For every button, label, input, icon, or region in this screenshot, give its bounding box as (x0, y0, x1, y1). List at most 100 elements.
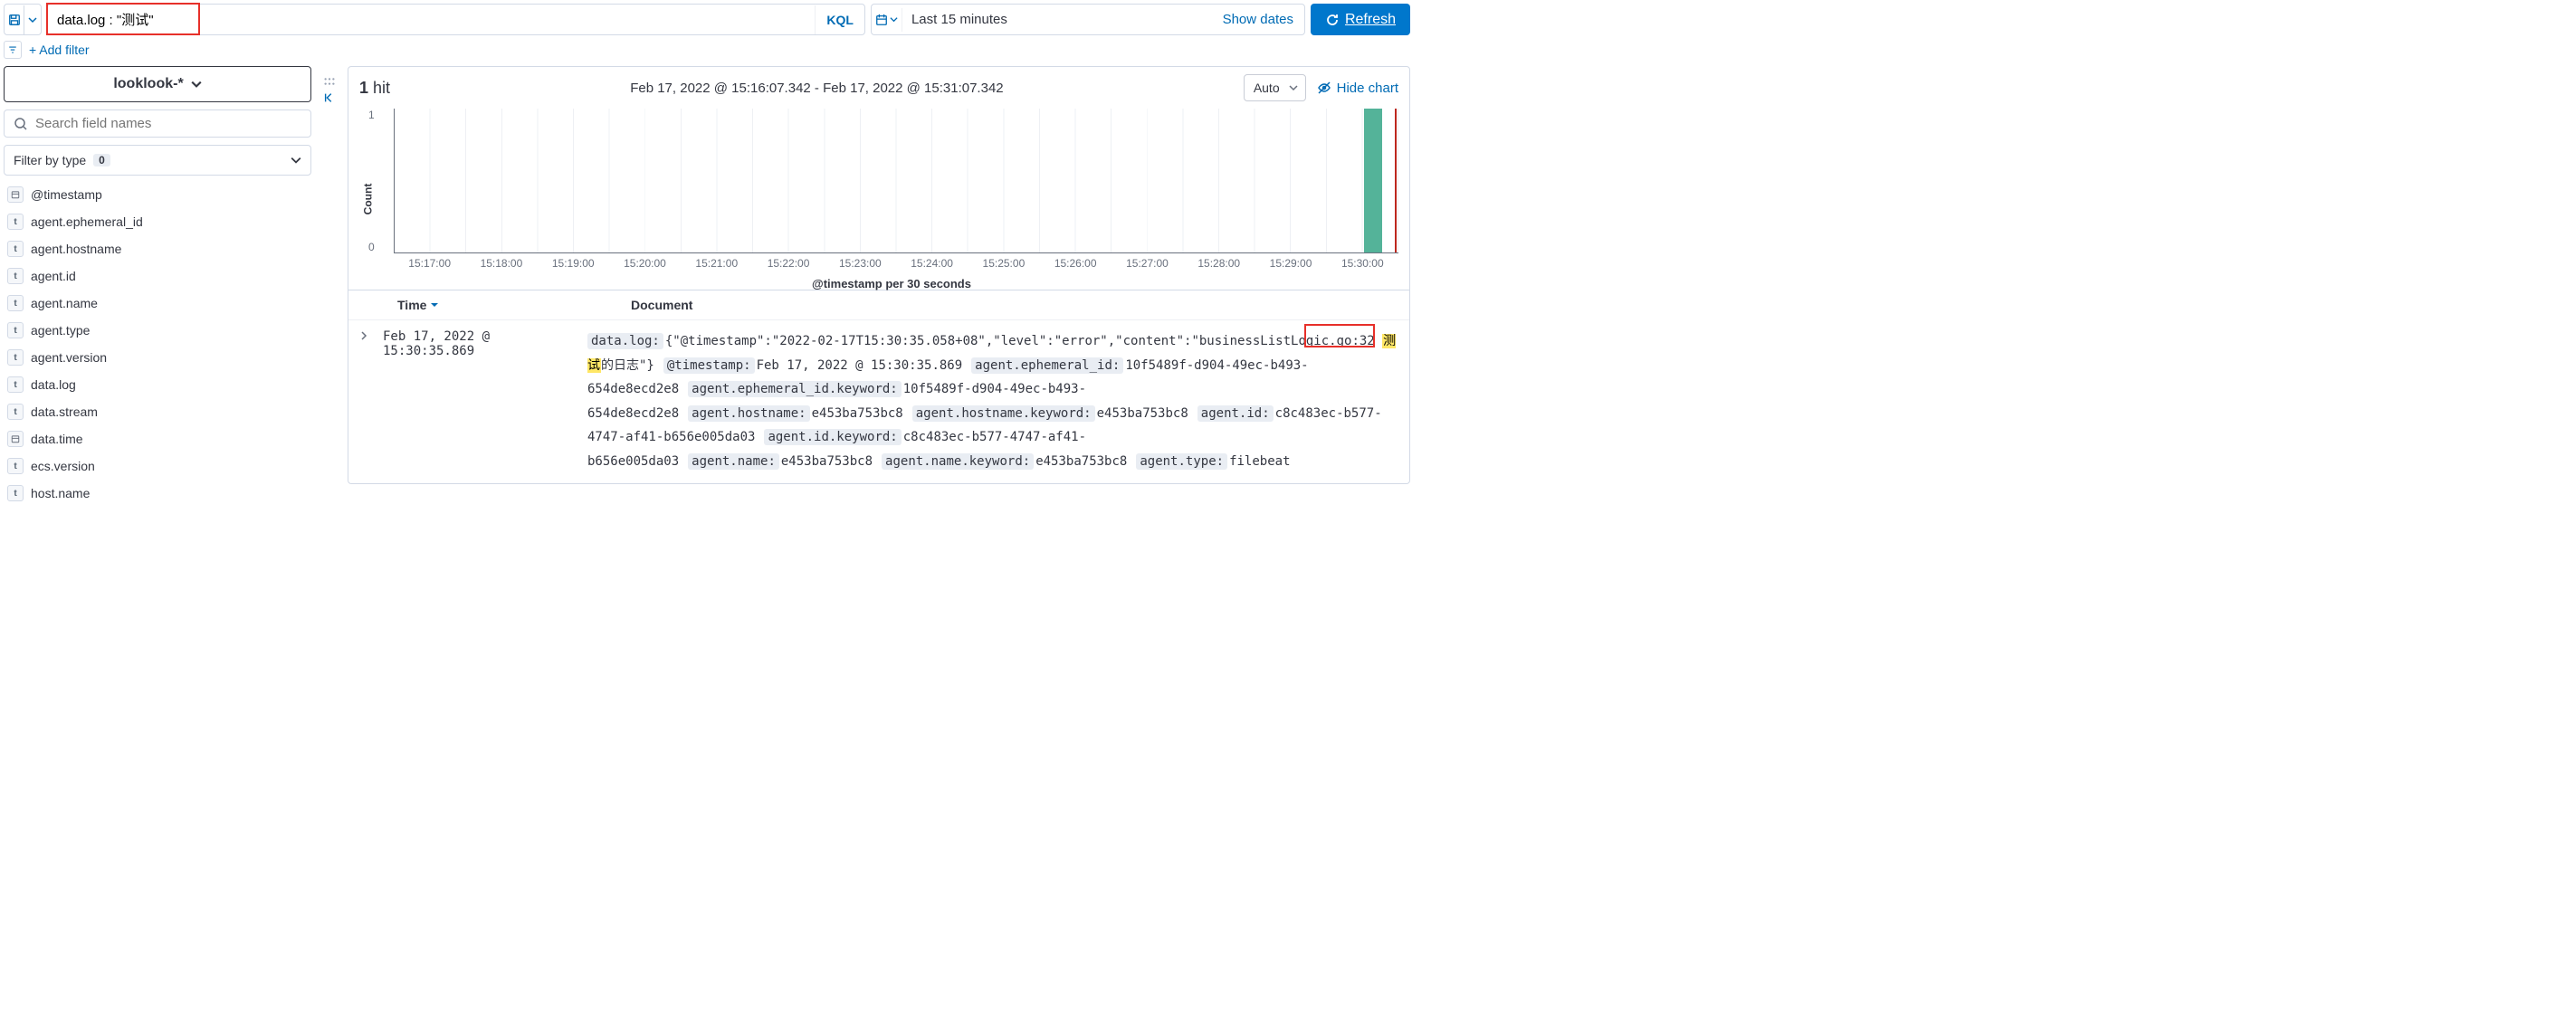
interval-select-value: Auto (1254, 81, 1280, 95)
doc-key: agent.ephemeral_id.keyword: (688, 381, 902, 397)
filter-by-type-count: 0 (93, 154, 110, 167)
filter-by-type-button[interactable]: Filter by type 0 (4, 145, 311, 176)
eye-off-icon (1317, 81, 1331, 95)
hide-chart-button[interactable]: Hide chart (1317, 81, 1398, 96)
chart-grid (395, 109, 1398, 252)
doc-key: agent.hostname: (688, 405, 809, 422)
chart-x-tick: 15:24:00 (896, 257, 968, 270)
text-type-icon: t (7, 268, 24, 284)
doc-key: @timestamp: (663, 357, 755, 374)
index-pattern-label: looklook-* (113, 76, 183, 92)
field-item[interactable]: @timestamp (4, 183, 311, 206)
text-type-icon: t (7, 376, 24, 393)
expand-row-button[interactable] (359, 329, 372, 474)
calendar-icon (7, 186, 24, 203)
field-item[interactable]: tagent.id (4, 264, 311, 288)
field-name: data.time (31, 432, 83, 446)
doc-key: agent.name: (688, 453, 779, 470)
chevron-down-icon (890, 15, 898, 24)
text-type-icon: t (7, 295, 24, 311)
field-item[interactable]: tagent.version (4, 346, 311, 369)
text-type-icon: t (7, 214, 24, 230)
time-range-display[interactable]: Last 15 minutes (902, 5, 1212, 34)
text-type-icon: t (7, 458, 24, 474)
doc-value: e453ba753bc8 (1035, 454, 1127, 469)
doc-key: agent.type: (1136, 453, 1227, 470)
chart-y-tick: 0 (368, 241, 375, 253)
chevron-down-icon (1289, 83, 1298, 92)
field-item[interactable]: t agent.ephemeral_id (4, 210, 311, 233)
table-row[interactable]: Feb 17, 2022 @ 15:30:35.869 data.log:{"@… (348, 319, 1409, 483)
search-icon (14, 117, 28, 131)
filter-by-type-label: Filter by type (14, 153, 86, 167)
filter-icon (7, 44, 18, 55)
field-item[interactable]: data.time (4, 427, 311, 451)
saved-queries-button[interactable] (4, 4, 42, 35)
refresh-icon (1325, 13, 1340, 27)
doc-value: filebeat (1229, 454, 1290, 469)
chart-x-tick: 15:29:00 (1255, 257, 1326, 270)
text-type-icon: t (7, 485, 24, 501)
query-language-button[interactable]: KQL (815, 5, 864, 34)
chart-x-tick: 15:25:00 (968, 257, 1039, 270)
column-document[interactable]: Document (631, 298, 692, 312)
field-item[interactable]: t agent.type (4, 319, 311, 342)
field-name: agent.name (31, 296, 98, 310)
doc-value: e453ba753bc8 (812, 406, 903, 421)
doc-key: agent.name.keyword: (882, 453, 1034, 470)
doc-key: agent.hostname.keyword: (912, 405, 1095, 422)
doc-key: data.log: (587, 333, 663, 349)
chart-x-tick: 15:21:00 (681, 257, 752, 270)
field-item[interactable]: tecs.version (4, 454, 311, 478)
calendar-icon (7, 431, 24, 447)
doc-value: e453ba753bc8 (781, 454, 873, 469)
chart-bar[interactable] (1364, 109, 1382, 252)
field-search-input[interactable] (35, 116, 301, 131)
field-item[interactable]: t agent.name (4, 291, 311, 315)
column-time[interactable]: Time (397, 298, 606, 312)
field-name: agent.ephemeral_id (31, 214, 143, 229)
refresh-button[interactable]: Refresh (1311, 4, 1410, 35)
filter-options-button[interactable] (4, 41, 22, 59)
field-item[interactable]: t host.name (4, 481, 311, 505)
chart-x-tick: 15:18:00 (465, 257, 537, 270)
chevron-down-icon (291, 155, 301, 166)
text-type-icon: t (7, 322, 24, 338)
interval-select[interactable]: Auto (1244, 74, 1306, 101)
calendar-icon (875, 14, 888, 26)
row-time: Feb 17, 2022 @ 15:30:35.869 (383, 329, 577, 474)
histogram-chart[interactable]: Count 1 0 15:17:0015:18:0015:19:0015:20:… (348, 109, 1409, 290)
row-document: data.log:{"@timestamp":"2022-02-17T15:30… (587, 329, 1398, 474)
show-dates-button[interactable]: Show dates (1212, 5, 1304, 34)
chart-x-label: @timestamp per 30 seconds (385, 270, 1398, 300)
options-icon[interactable] (323, 75, 336, 88)
collapse-sidebar-button[interactable] (323, 91, 336, 104)
query-input[interactable] (48, 5, 815, 34)
chart-x-tick: 15:19:00 (538, 257, 609, 270)
chart-x-tick: 15:30:00 (1327, 257, 1398, 270)
add-filter-button[interactable]: + Add filter (29, 43, 90, 57)
index-pattern-selector[interactable]: looklook-* (4, 66, 311, 102)
chevron-down-icon (24, 5, 41, 34)
doc-value: Feb 17, 2022 @ 15:30:35.869 (757, 358, 963, 373)
save-icon (5, 5, 24, 34)
field-item[interactable]: t data.log (4, 373, 311, 396)
field-name: agent.hostname (31, 242, 121, 256)
date-picker-button[interactable] (872, 8, 902, 32)
field-name: agent.type (31, 323, 90, 338)
hit-count: 1 hit (359, 79, 390, 98)
field-name: agent.version (31, 350, 107, 365)
doc-value: e453ba753bc8 (1097, 406, 1188, 421)
chart-x-tick: 15:20:00 (609, 257, 681, 270)
field-item[interactable]: tagent.hostname (4, 237, 311, 261)
doc-key: agent.id: (1197, 405, 1274, 422)
chevron-right-icon (359, 331, 368, 340)
refresh-label: Refresh (1345, 12, 1396, 28)
field-item[interactable]: tdata.stream (4, 400, 311, 424)
chart-x-tick: 15:17:00 (394, 257, 465, 270)
doc-key: agent.id.keyword: (764, 429, 901, 445)
chart-x-tick: 15:23:00 (825, 257, 896, 270)
chart-x-tick: 15:28:00 (1183, 257, 1255, 270)
field-name: data.log (31, 377, 76, 392)
field-name: host.name (31, 486, 90, 500)
